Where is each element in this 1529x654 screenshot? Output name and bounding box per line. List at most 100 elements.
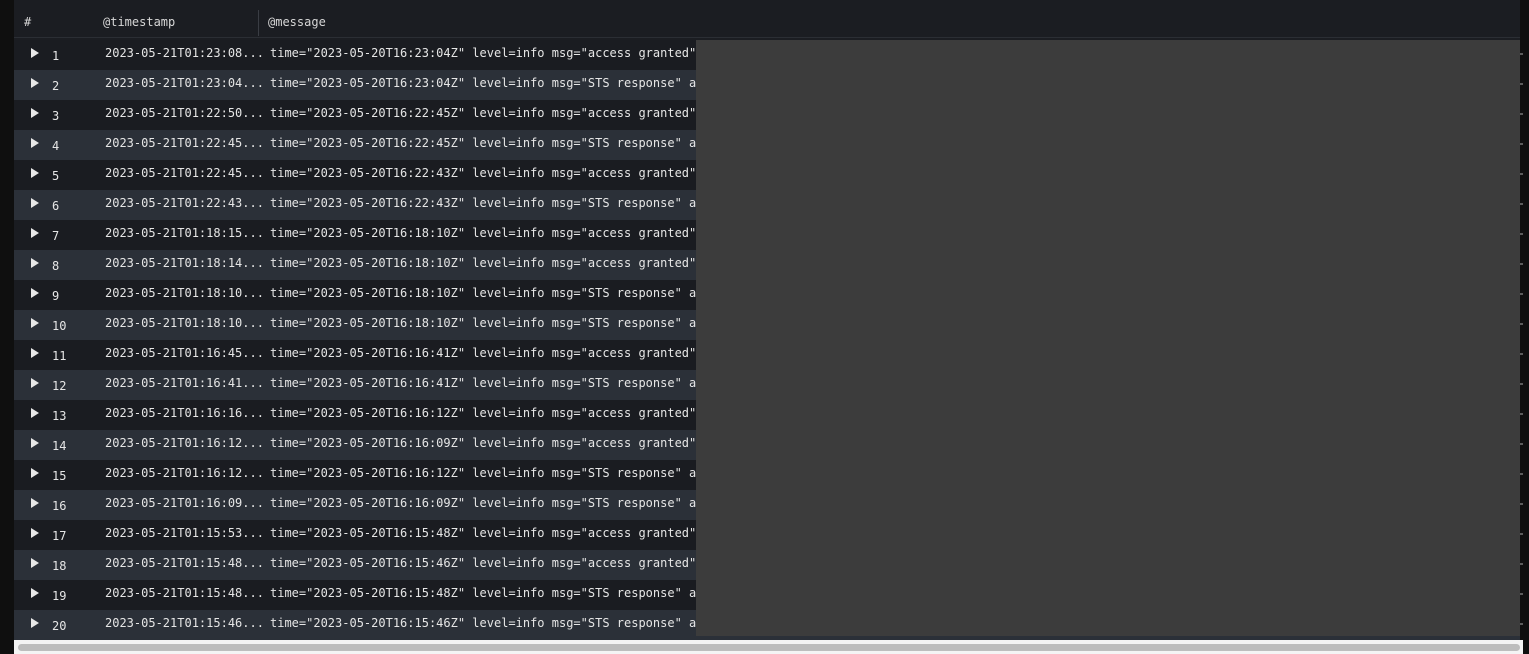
expand-row-icon[interactable]	[31, 288, 39, 298]
row-number: 2	[52, 79, 60, 93]
table-header: # @timestamp @message	[14, 0, 1523, 38]
gutter-marker	[1520, 143, 1523, 145]
row-timestamp: 2023-05-21T01:16:41...	[105, 376, 264, 390]
gutter-marker	[1520, 203, 1523, 205]
gutter-marker	[1520, 353, 1523, 355]
log-results-table: # @timestamp @message 1 2023-05-21T01:23:…	[14, 0, 1523, 640]
expand-row-icon[interactable]	[31, 228, 39, 238]
expand-row-icon[interactable]	[31, 168, 39, 178]
expand-row-icon[interactable]	[31, 618, 39, 628]
row-number: 8	[52, 259, 60, 273]
gutter-marker	[1520, 323, 1523, 325]
row-number: 18	[52, 559, 67, 573]
row-timestamp: 2023-05-21T01:16:12...	[105, 436, 264, 450]
gutter-marker	[1520, 233, 1523, 235]
row-message: time="2023-05-20T16:16:12Z" level=info m…	[270, 466, 696, 480]
right-gutter	[1520, 0, 1529, 640]
expand-row-icon[interactable]	[31, 378, 39, 388]
row-timestamp: 2023-05-21T01:22:43...	[105, 196, 264, 210]
row-number: 16	[52, 499, 67, 513]
row-number: 14	[52, 439, 67, 453]
column-header-timestamp[interactable]: @timestamp	[103, 0, 175, 38]
row-message: time="2023-05-20T16:18:10Z" level=info m…	[270, 286, 696, 300]
row-timestamp: 2023-05-21T01:18:15...	[105, 226, 264, 240]
message-overflow-overlay	[696, 40, 1523, 636]
row-timestamp: 2023-05-21T01:15:53...	[105, 526, 264, 540]
column-header-message[interactable]: @message	[268, 0, 326, 38]
gutter-marker	[1520, 383, 1523, 385]
gutter-marker	[1520, 293, 1523, 295]
column-resize-handle[interactable]	[258, 10, 259, 36]
row-timestamp: 2023-05-21T01:18:10...	[105, 286, 264, 300]
row-number: 10	[52, 319, 67, 333]
row-message: time="2023-05-20T16:23:04Z" level=info m…	[270, 46, 696, 60]
row-timestamp: 2023-05-21T01:22:50...	[105, 106, 264, 120]
row-timestamp: 2023-05-21T01:15:48...	[105, 556, 264, 570]
row-message: time="2023-05-20T16:18:10Z" level=info m…	[270, 316, 696, 330]
row-timestamp: 2023-05-21T01:23:08...	[105, 46, 264, 60]
row-timestamp: 2023-05-21T01:16:16...	[105, 406, 264, 420]
row-timestamp: 2023-05-21T01:16:12...	[105, 466, 264, 480]
row-number: 5	[52, 169, 60, 183]
row-message: time="2023-05-20T16:15:46Z" level=info m…	[270, 556, 696, 570]
row-message: time="2023-05-20T16:15:46Z" level=info m…	[270, 616, 696, 630]
gutter-marker	[1520, 53, 1523, 55]
row-number: 11	[52, 349, 67, 363]
row-timestamp: 2023-05-21T01:22:45...	[105, 166, 264, 180]
row-message: time="2023-05-20T16:16:09Z" level=info m…	[270, 496, 696, 510]
row-timestamp: 2023-05-21T01:15:46...	[105, 616, 264, 630]
row-number: 6	[52, 199, 60, 213]
scrollbar-thumb[interactable]	[18, 644, 1520, 651]
expand-row-icon[interactable]	[31, 48, 39, 58]
expand-row-icon[interactable]	[31, 498, 39, 508]
gutter-marker	[1520, 413, 1523, 415]
row-timestamp: 2023-05-21T01:23:04...	[105, 76, 264, 90]
gutter-marker	[1520, 593, 1523, 595]
gutter-marker	[1520, 443, 1523, 445]
column-header-number[interactable]: #	[24, 0, 31, 38]
horizontal-scrollbar[interactable]	[14, 640, 1523, 654]
row-message: time="2023-05-20T16:22:43Z" level=info m…	[270, 196, 696, 210]
gutter-marker	[1520, 623, 1523, 625]
expand-row-icon[interactable]	[31, 588, 39, 598]
expand-row-icon[interactable]	[31, 438, 39, 448]
row-number: 20	[52, 619, 67, 633]
row-message: time="2023-05-20T16:16:09Z" level=info m…	[270, 436, 696, 450]
row-number: 7	[52, 229, 60, 243]
gutter-marker	[1520, 533, 1523, 535]
row-number: 12	[52, 379, 67, 393]
row-message: time="2023-05-20T16:15:48Z" level=info m…	[270, 526, 696, 540]
row-message: time="2023-05-20T16:18:10Z" level=info m…	[270, 256, 696, 270]
expand-row-icon[interactable]	[31, 258, 39, 268]
row-timestamp: 2023-05-21T01:16:09...	[105, 496, 264, 510]
row-number: 17	[52, 529, 67, 543]
expand-row-icon[interactable]	[31, 198, 39, 208]
row-timestamp: 2023-05-21T01:22:45...	[105, 136, 264, 150]
gutter-marker	[1520, 113, 1523, 115]
expand-row-icon[interactable]	[31, 318, 39, 328]
row-message: time="2023-05-20T16:23:04Z" level=info m…	[270, 76, 696, 90]
row-number: 3	[52, 109, 60, 123]
expand-row-icon[interactable]	[31, 408, 39, 418]
row-message: time="2023-05-20T16:22:43Z" level=info m…	[270, 166, 696, 180]
row-number: 9	[52, 289, 60, 303]
row-message: time="2023-05-20T16:16:41Z" level=info m…	[270, 346, 696, 360]
row-message: time="2023-05-20T16:22:45Z" level=info m…	[270, 106, 696, 120]
row-message: time="2023-05-20T16:18:10Z" level=info m…	[270, 226, 696, 240]
row-timestamp: 2023-05-21T01:18:14...	[105, 256, 264, 270]
gutter-marker	[1520, 563, 1523, 565]
expand-row-icon[interactable]	[31, 348, 39, 358]
expand-row-icon[interactable]	[31, 558, 39, 568]
gutter-marker	[1520, 173, 1523, 175]
gutter-marker	[1520, 503, 1523, 505]
row-message: time="2023-05-20T16:22:45Z" level=info m…	[270, 136, 696, 150]
gutter-marker	[1520, 263, 1523, 265]
expand-row-icon[interactable]	[31, 108, 39, 118]
gutter-marker	[1520, 473, 1523, 475]
expand-row-icon[interactable]	[31, 468, 39, 478]
row-message: time="2023-05-20T16:16:12Z" level=info m…	[270, 406, 696, 420]
expand-row-icon[interactable]	[31, 78, 39, 88]
row-timestamp: 2023-05-21T01:18:10...	[105, 316, 264, 330]
expand-row-icon[interactable]	[31, 528, 39, 538]
expand-row-icon[interactable]	[31, 138, 39, 148]
